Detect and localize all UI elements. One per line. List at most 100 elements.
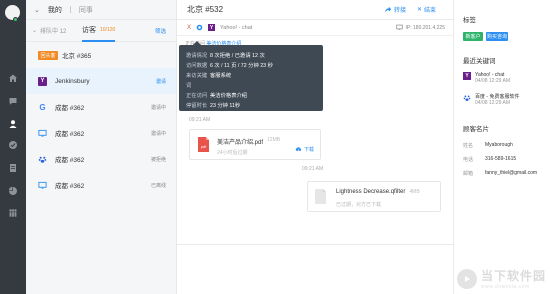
tooltip-key: 停留时长 (186, 103, 208, 109)
card-key: 邮箱 (463, 171, 474, 177)
card-field: 邮箱 fanny_thiel@gmail.com (463, 170, 537, 177)
tag-chip[interactable]: 新客户 (463, 32, 483, 41)
tooltip-value: 23 分钟 11秒 (210, 103, 241, 109)
yahoo-icon: Y (208, 24, 216, 31)
tab-mine[interactable]: 我的 (48, 5, 62, 15)
message-input-area[interactable] (177, 244, 453, 294)
tooltip-row: 邀请情况 8 次拒绝 / 已邀请 12 次 (186, 51, 316, 61)
chat-bubble-icon[interactable] (8, 96, 18, 106)
chat-title: 北京 #532 (187, 5, 224, 14)
cloud-download-icon (295, 147, 302, 151)
filter-button[interactable]: 筛选 (155, 27, 166, 35)
tooltip-row: 正在访问 美洁价格表介绍 (186, 91, 316, 101)
end-button[interactable]: ✕ 结束 (417, 5, 436, 14)
tooltip-key: 正在访问 (186, 93, 208, 99)
file-message-card[interactable]: pdf 美洁产品介绍.pdf 12MB 24小时后过期 下载 (189, 129, 321, 160)
tooltip-row: 停留时长 23 分钟 11秒 (186, 101, 316, 111)
keyword-item: 百度 - 免费客服软件 04/08 12:29 AM (463, 94, 519, 106)
home-icon[interactable] (8, 73, 18, 83)
card-key: 电话 (463, 157, 474, 163)
chevron-down-icon[interactable]: ⌄ (34, 6, 40, 14)
tab-colleague[interactable]: 同事 (79, 5, 93, 15)
list-item[interactable]: 成都 #362 被拒绝 (26, 146, 176, 172)
download-button[interactable]: 下载 (295, 146, 314, 153)
card-field: 电话 316-589-1615 (463, 156, 516, 163)
close-x-icon[interactable]: X (187, 25, 191, 31)
file-name: 美洁产品介绍.pdf (217, 140, 264, 146)
pdf-file-icon: pdf (198, 137, 209, 152)
message-timestamp: 09:21 AM (302, 166, 324, 172)
team-icon[interactable] (8, 208, 18, 218)
paw-icon (463, 94, 471, 102)
source-bar: X Y Yahoo! - chat IP: 180.201.4.225 (177, 20, 453, 36)
watermark: 当下软件园 www.downxia.com (456, 267, 546, 290)
user-icon[interactable] (8, 119, 18, 129)
customer-info-panel: 标签 新客户 购买咨询 最近关键词 Y Yahoo! - chat 04/08 1… (453, 0, 550, 294)
tooltip-value: 6 次 / 11 页 / 72 分钟 23 秒 (210, 63, 273, 69)
returning-badge: 回头客 (38, 50, 58, 60)
monitor-icon (395, 24, 403, 30)
tooltip-value: 美洁价格表介绍 (210, 93, 248, 99)
conversation-status: 已离线 (150, 182, 166, 189)
ip-label: IP: 180.201.4.225 (405, 24, 445, 31)
tags-title: 标签 (463, 17, 476, 24)
tab-queue-label: 排队中 12 (40, 29, 67, 35)
check-circle-icon[interactable] (8, 140, 18, 150)
yahoo-icon: Y (463, 72, 471, 80)
card-value[interactable]: 316-589-1615 (485, 156, 516, 163)
chat-header: 北京 #532 转接 ✕ 结束 (177, 0, 453, 20)
conversation-list-panel: ⌄ 我的 同事 ⌄ 排队中 12 访客 10/120 筛选 回头客 北京 #365… (26, 0, 177, 294)
conversation-name: 成都 #362 (55, 157, 85, 164)
conversation-name: Jenkinsbury (55, 77, 90, 85)
file-expiry: 24小时后过期 (217, 150, 248, 156)
tag-chip[interactable]: 购买咨询 (486, 32, 508, 41)
tab-visitors[interactable]: 访客 10/120 (82, 20, 116, 42)
file-name-row: Lightness Decrease.qfilter 4MB (336, 189, 420, 195)
tooltip-value: 客服系统 (210, 73, 232, 79)
invite-button[interactable]: 邀请 (156, 78, 166, 85)
list-item[interactable]: G 成都 #362 邀请中 (26, 94, 176, 120)
list-item[interactable]: 回头客 北京 #365 (26, 42, 176, 68)
list-sub-tabs: ⌄ 排队中 12 访客 10/120 筛选 (26, 20, 176, 42)
list-item[interactable]: 成都 #362 已离线 (26, 172, 176, 198)
keyword-item: Y Yahoo! - chat 04/08 12:29 AM (463, 72, 510, 84)
source-label: Yahoo! - chat (220, 24, 253, 31)
monitor-icon (38, 129, 47, 138)
browser-icon (196, 24, 203, 31)
forward-button[interactable]: 转接 (384, 5, 406, 14)
tooltip-value: 8 次拒绝 / 已邀请 12 次 (210, 53, 265, 59)
list-item[interactable]: Y Jenkinsbury 邀请 (26, 68, 176, 94)
watermark-url: www.downxia.com (480, 284, 530, 290)
tooltip-key: 来访关键词 (186, 73, 208, 89)
tooltip-row: 来访关键词 客服系统 (186, 71, 316, 91)
card-field: 姓名 Myaborough (463, 142, 513, 149)
conversation-name: 成都 #362 (55, 131, 85, 138)
forward-icon (384, 6, 392, 12)
file-name: Lightness Decrease.qfilter (336, 189, 406, 195)
card-value[interactable]: fanny_thiel@gmail.com (485, 170, 537, 177)
tab-queue[interactable]: ⌄ 排队中 12 (32, 26, 66, 35)
close-icon: ✕ (417, 7, 423, 13)
conversation-name: 成都 #362 (55, 105, 85, 112)
file-message-card[interactable]: Lightness Decrease.qfilter 4MB 已过期，对方已下载 (307, 181, 441, 212)
download-label: 下载 (303, 147, 314, 153)
list-item[interactable]: 成都 #362 邀请中 (26, 120, 176, 146)
tab-visitors-label: 访客 (82, 27, 96, 34)
file-size: 12MB (267, 137, 281, 143)
conversation-status: 被拒绝 (150, 156, 166, 163)
watermark-logo (456, 268, 477, 289)
forward-label: 转接 (394, 8, 407, 14)
svg-text:pdf: pdf (201, 144, 207, 149)
document-icon[interactable] (8, 163, 18, 173)
tooltip-row: 访问数据 6 次 / 11 页 / 72 分钟 23 秒 (186, 61, 316, 71)
paw-icon (38, 155, 47, 164)
online-status-dot (13, 17, 18, 22)
tooltip-key: 访问数据 (186, 63, 208, 69)
conversation-status: 邀请中 (150, 130, 166, 137)
keyword-date: 04/08 12:29 AM (475, 100, 511, 106)
monitor-icon (38, 181, 47, 190)
card-value[interactable]: Myaborough (485, 142, 513, 149)
yahoo-icon: Y (38, 76, 47, 86)
keyword-date: 04/08 12:29 AM (475, 78, 511, 84)
pie-chart-icon[interactable] (8, 186, 18, 196)
